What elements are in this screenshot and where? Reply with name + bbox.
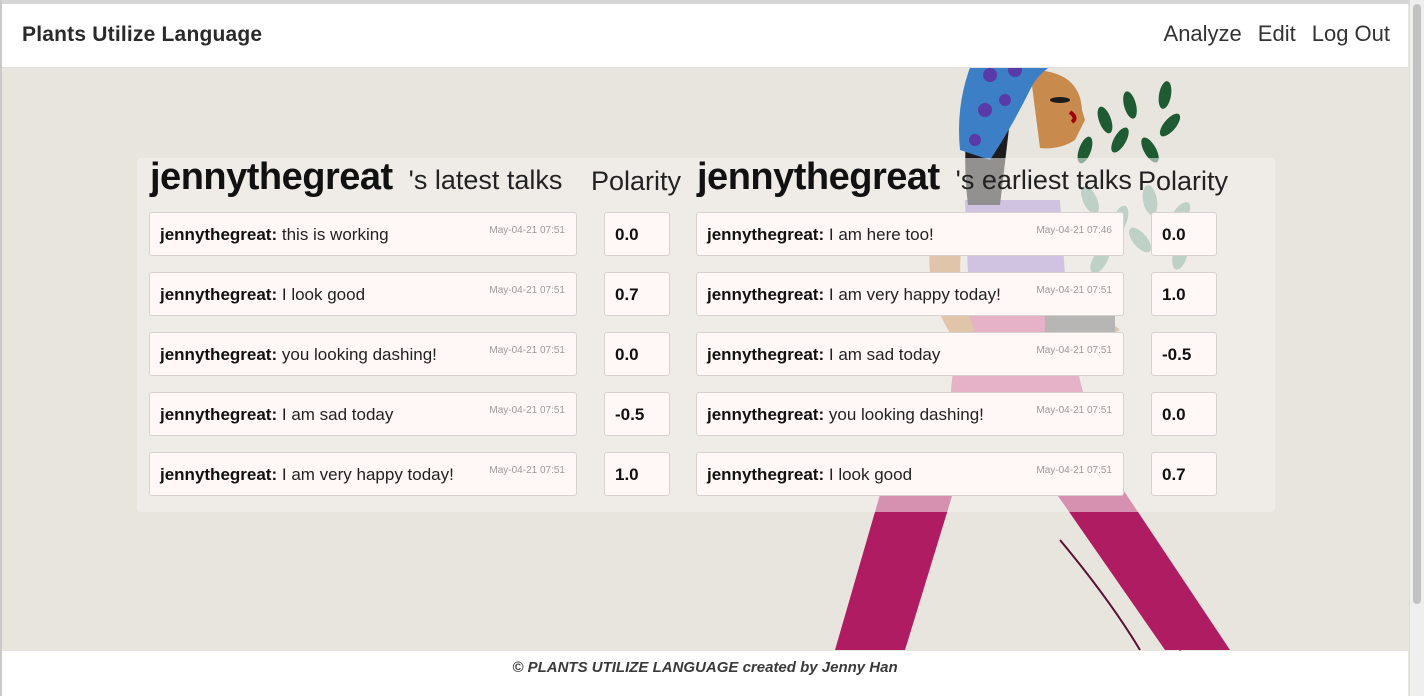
talk-username: jennythegreat:: [707, 285, 825, 304]
nav-link-logout[interactable]: Log Out: [1312, 21, 1390, 47]
latest-username: jennythegreat: [150, 156, 393, 198]
earliest-suffix: 's earliest talks: [955, 165, 1132, 195]
latest-talk-item: jennythegreat: you looking dashing! May-…: [149, 332, 577, 376]
latest-talk-item: jennythegreat: I am sad today May-04-21 …: [149, 392, 577, 436]
talk-timestamp: May-04-21 07:51: [489, 345, 565, 356]
polarity-number: 0.7: [1162, 465, 1186, 484]
page-footer: © PLANTS UTILIZE LANGUAGE created by Jen…: [2, 651, 1408, 696]
earliest-polarity-value: 1.0: [1151, 272, 1217, 316]
talks-panel: jennythegreat 's latest talks Polarity j…: [137, 156, 1275, 512]
talk-username: jennythegreat:: [160, 465, 278, 484]
latest-polarity-heading: Polarity: [591, 166, 682, 196]
earliest-polarity-value: 0.0: [1151, 212, 1217, 256]
talk-message: I am very happy today!: [828, 285, 1001, 304]
polarity-number: -0.5: [1162, 345, 1192, 364]
polarity-number: 0.0: [1162, 225, 1186, 244]
talk-message: you looking dashing!: [281, 345, 437, 364]
talk-timestamp: May-04-21 07:51: [1036, 465, 1112, 476]
latest-talk-item: jennythegreat: I look good May-04-21 07:…: [149, 272, 577, 316]
talk-message: I look good: [828, 465, 913, 484]
talk-message: you looking dashing!: [828, 405, 984, 424]
talk-username: jennythegreat:: [707, 405, 825, 424]
talk-message: this is working: [281, 225, 389, 244]
latest-polarity-value: 0.0: [604, 332, 670, 376]
talk-username: jennythegreat:: [160, 225, 278, 244]
earliest-talk-item: jennythegreat: I look good May-04-21 07:…: [696, 452, 1124, 496]
talk-timestamp: May-04-21 07:51: [489, 405, 565, 416]
talk-timestamp: May-04-21 07:51: [1036, 345, 1112, 356]
earliest-username: jennythegreat: [697, 156, 940, 198]
talk-timestamp: May-04-21 07:51: [489, 225, 565, 236]
polarity-number: 0.7: [615, 285, 639, 304]
polarity-number: 1.0: [615, 465, 639, 484]
latest-suffix: 's latest talks: [408, 165, 563, 195]
footer-credit: © PLANTS UTILIZE LANGUAGE created by Jen…: [512, 659, 898, 676]
polarity-number: -0.5: [615, 405, 645, 424]
earliest-talk-item: jennythegreat: I am very happy today! Ma…: [696, 272, 1124, 316]
earliest-talk-item: jennythegreat: I am sad today May-04-21 …: [696, 332, 1124, 376]
talk-message: I am sad today: [828, 345, 941, 364]
talk-username: jennythegreat:: [160, 345, 278, 364]
polarity-number: 0.0: [615, 225, 639, 244]
latest-talks-heading: jennythegreat 's latest talks: [150, 156, 562, 199]
talk-timestamp: May-04-21 07:51: [489, 465, 565, 476]
polarity-number: 0.0: [1162, 405, 1186, 424]
talk-username: jennythegreat:: [707, 345, 825, 364]
talk-username: jennythegreat:: [160, 405, 278, 424]
nav-link-edit[interactable]: Edit: [1258, 21, 1296, 47]
latest-polarity-value: 1.0: [604, 452, 670, 496]
earliest-talks-heading: jennythegreat 's earliest talks: [697, 156, 1132, 199]
earliest-talk-item: jennythegreat: I am here too! May-04-21 …: [696, 212, 1124, 256]
talk-timestamp: May-04-21 07:51: [1036, 405, 1112, 416]
nav-link-analyze[interactable]: Analyze: [1164, 21, 1242, 47]
brand-logo-text[interactable]: Plants Utilize Language: [22, 23, 262, 47]
polarity-number: 1.0: [1162, 285, 1186, 304]
nav-links: Analyze Edit Log Out: [1164, 21, 1390, 47]
latest-polarity-value: 0.7: [604, 272, 670, 316]
latest-polarity-value: -0.5: [604, 392, 670, 436]
talk-timestamp: May-04-21 07:51: [1036, 285, 1112, 296]
latest-polarity-value: 0.0: [604, 212, 670, 256]
talk-timestamp: May-04-21 07:46: [1036, 225, 1112, 236]
earliest-polarity-value: 0.7: [1151, 452, 1217, 496]
latest-talk-item: jennythegreat: I am very happy today! Ma…: [149, 452, 577, 496]
earliest-polarity-heading: Polarity: [1138, 166, 1229, 196]
earliest-polarity-value: -0.5: [1151, 332, 1217, 376]
talk-username: jennythegreat:: [707, 225, 825, 244]
talk-timestamp: May-04-21 07:51: [489, 285, 565, 296]
earliest-polarity-value: 0.0: [1151, 392, 1217, 436]
talk-username: jennythegreat:: [707, 465, 825, 484]
talk-username: jennythegreat:: [160, 285, 278, 304]
talk-message: I am very happy today!: [281, 465, 454, 484]
polarity-number: 0.0: [615, 345, 639, 364]
talk-message: I look good: [281, 285, 366, 304]
top-navbar: Plants Utilize Language Analyze Edit Log…: [2, 4, 1408, 68]
latest-talk-item: jennythegreat: this is working May-04-21…: [149, 212, 577, 256]
talk-message: I am sad today: [281, 405, 394, 424]
talk-message: I am here too!: [828, 225, 934, 244]
earliest-talk-item: jennythegreat: you looking dashing! May-…: [696, 392, 1124, 436]
